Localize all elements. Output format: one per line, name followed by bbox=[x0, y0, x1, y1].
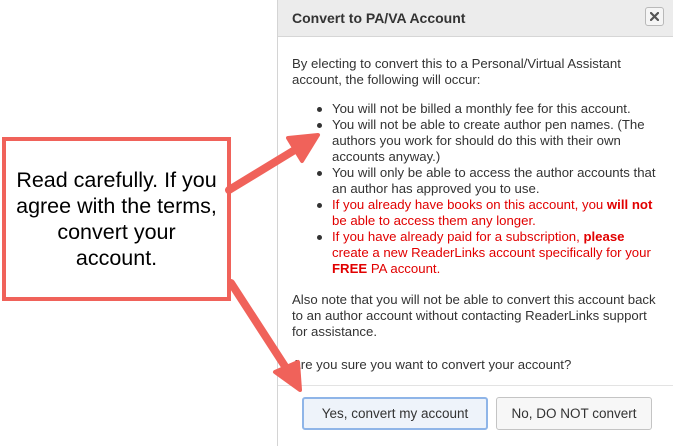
close-button[interactable] bbox=[645, 7, 664, 26]
conversion-note: Also note that you will not be able to c… bbox=[292, 292, 656, 339]
list-item: You will only be able to access the auth… bbox=[292, 165, 662, 197]
dialog-intro-text: By electing to convert this to a Persona… bbox=[292, 56, 621, 87]
list-item: You will not be able to create author pe… bbox=[292, 117, 662, 165]
consequences-list: You will not be billed a monthly fee for… bbox=[292, 101, 662, 277]
list-item: You will not be billed a monthly fee for… bbox=[292, 101, 662, 117]
confirm-question: Are you sure you want to convert your ac… bbox=[292, 357, 572, 372]
dialog-title: Convert to PA/VA Account bbox=[292, 10, 466, 26]
callout-text: Read carefully. If you agree with the te… bbox=[16, 168, 217, 270]
bullet-icon bbox=[317, 203, 322, 208]
warning-list-item: If you already have books on this accoun… bbox=[292, 197, 662, 229]
warning-list-item: If you have already paid for a subscript… bbox=[292, 229, 662, 277]
bullet-icon bbox=[317, 107, 322, 112]
bullet-icon bbox=[317, 235, 322, 240]
close-icon bbox=[650, 12, 659, 21]
confirm-convert-button[interactable]: Yes, convert my account bbox=[302, 397, 488, 430]
dialog-titlebar: Convert to PA/VA Account bbox=[278, 0, 673, 37]
convert-account-dialog: Convert to PA/VA Account By electing to … bbox=[277, 0, 673, 446]
footer-divider bbox=[278, 385, 673, 386]
cancel-convert-button[interactable]: No, DO NOT convert bbox=[496, 397, 652, 430]
instruction-callout: Read carefully. If you agree with the te… bbox=[2, 137, 231, 301]
bullet-icon bbox=[317, 123, 322, 128]
bullet-icon bbox=[317, 171, 322, 176]
